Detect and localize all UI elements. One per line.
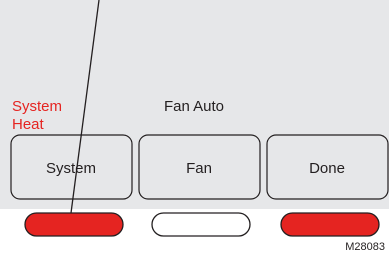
system-button[interactable]: System [10,134,133,200]
system-heat-label-line1: System [12,98,62,115]
system-heat-label-line2: Heat [12,116,45,133]
done-button[interactable]: Done [266,134,389,200]
system-button-label: System [46,160,96,177]
fan-button-label: Fan [186,160,212,177]
middle-indicator-button[interactable] [151,212,251,237]
right-indicator-button[interactable] [280,212,380,237]
fan-auto-label: Fan Auto [164,98,224,115]
fan-button[interactable]: Fan [138,134,261,200]
done-button-label: Done [309,160,345,177]
figure-code: M28083 [345,241,385,253]
left-indicator-button[interactable] [24,212,124,237]
thermostat-diagram: System Heat Fan Auto System Fan Done M28… [0,0,389,253]
